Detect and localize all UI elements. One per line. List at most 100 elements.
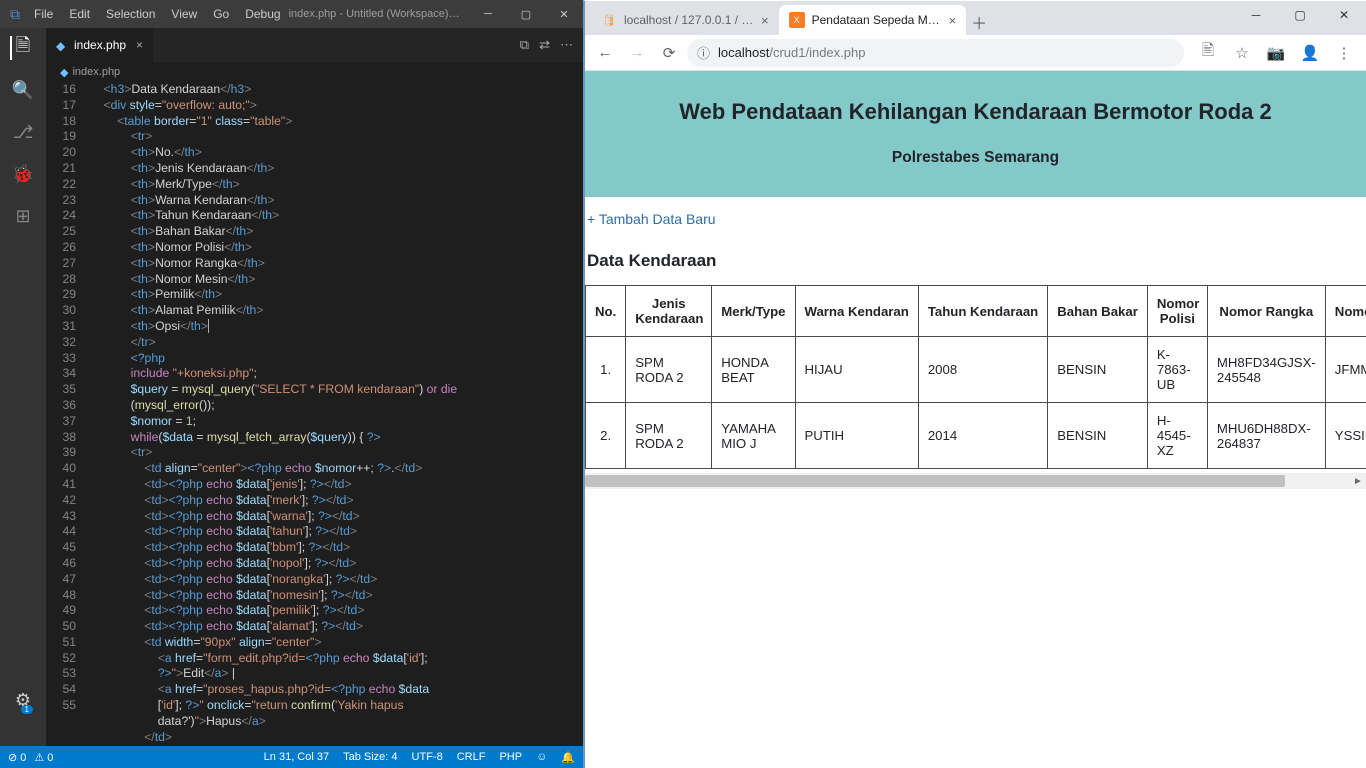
cell-tahun: 2014 [918,403,1047,469]
col-header: Warna Kendaran [795,286,918,337]
col-header: Tahun Kendaraan [918,286,1047,337]
tab-close-icon[interactable]: × [761,13,769,28]
url-text: localhost/crud1/index.php [718,45,865,60]
tab-title: localhost / 127.0.0.1 / crud1 | ph… [624,13,754,27]
code-lines[interactable]: <h3>Data Kendaraan</h3> <div style="over… [90,82,561,746]
cell-nopol: H-4545-XZ [1147,403,1207,469]
status-tabsize[interactable]: Tab Size: 4 [343,751,397,764]
profile-avatar-icon[interactable]: 👤 [1294,39,1326,67]
bookmark-star-icon[interactable]: ☆ [1226,39,1258,67]
code-editor[interactable]: 1617181920212223242526272829303132333435… [46,82,583,746]
debug-icon[interactable]: 🐞 [11,162,35,186]
nav-reload-icon[interactable]: ⟳ [655,39,683,67]
compare-icon[interactable]: ⇄ [539,37,550,53]
menu-bar: File Edit Selection View Go Debug [34,7,281,21]
extensions-icon[interactable]: ⊞ [11,204,35,228]
source-control-icon[interactable]: ⎇ [11,120,35,144]
window-close-icon[interactable]: ✕ [1322,1,1366,29]
tab-label: index.php [74,38,126,52]
page-viewport[interactable]: Web Pendataan Kehilangan Kendaraan Bermo… [585,71,1366,768]
status-errors[interactable]: ⊘ 0 [8,751,26,764]
status-encoding[interactable]: UTF-8 [412,751,443,764]
gear-badge: 1 [21,705,33,714]
window-maximize-icon[interactable]: ▢ [507,0,545,28]
scrollbar-thumb[interactable] [585,475,1285,487]
col-header: Nomor Mesin [1325,286,1366,337]
nav-back-icon[interactable]: ← [591,39,619,67]
menu-go[interactable]: Go [213,7,229,21]
status-warnings[interactable]: ⚠ 0 [34,751,53,764]
php-file-icon: ◆ [60,66,68,79]
col-header: Merk/Type [712,286,795,337]
cell-norangka: MH8FD34GJSX-245548 [1207,337,1325,403]
table-wrapper: No.Jenis KendaraanMerk/TypeWarna Kendara… [585,285,1366,473]
menu-file[interactable]: File [34,7,53,21]
page-title: Web Pendataan Kehilangan Kendaraan Bermo… [597,99,1354,125]
cell-norangka: MHU6DH88DX-264837 [1207,403,1325,469]
status-eol[interactable]: CRLF [457,751,486,764]
browser-toolbar: ← → ⟳ ⓘ localhost/crud1/index.php 🖹 ☆ 📷 … [585,35,1366,71]
browser-tab-pendataan[interactable]: X Pendataan Sepeda Motor × [779,5,967,35]
php-file-icon: ◆ [56,39,68,51]
nav-forward-icon[interactable]: → [623,39,651,67]
window-title: index.php - Untitled (Workspace) - Visua… [281,8,469,20]
status-bell-icon[interactable]: 🔔 [561,751,575,764]
window-maximize-icon[interactable]: ▢ [1278,1,1322,29]
col-header: Jenis Kendaraan [626,286,712,337]
site-info-icon[interactable]: ⓘ [697,43,710,62]
phpmyadmin-favicon-icon: 🛢 [601,12,617,28]
cell-warna: PUTIH [795,403,918,469]
status-bar: ⊘ 0 ⚠ 0 Ln 31, Col 37 Tab Size: 4 UTF-8 … [0,746,583,768]
page-subtitle: Polrestabes Semarang [597,149,1354,167]
menu-selection[interactable]: Selection [106,7,155,21]
status-lang[interactable]: PHP [499,751,522,764]
window-close-icon[interactable]: ✕ [545,0,583,28]
cell-nopol: K-7863-UB [1147,337,1207,403]
cell-warna: HIJAU [795,337,918,403]
horizontal-scrollbar[interactable]: ◄ ► [585,473,1366,489]
window-minimize-icon[interactable]: ─ [469,0,507,28]
breadcrumb[interactable]: ◆ index.php [46,62,583,82]
activity-bar: 🗎 🔍 ⎇ 🐞 ⊞ ⚙1 [0,28,46,746]
split-editor-icon[interactable]: ⧉ [520,37,529,53]
cell-jenis: SPM RODA 2 [626,403,712,469]
cell-merk: YAMAHA MIO J [712,403,795,469]
menu-debug[interactable]: Debug [245,7,280,21]
col-header: Nomor Polisi [1147,286,1207,337]
data-table: No.Jenis KendaraanMerk/TypeWarna Kendara… [585,285,1366,469]
search-icon[interactable]: 🔍 [11,78,35,102]
line-gutter: 1617181920212223242526272829303132333435… [46,82,90,746]
cell-bbm: BENSIN [1048,337,1148,403]
browser-tab-phpmyadmin[interactable]: 🛢 localhost / 127.0.0.1 / crud1 | ph… × [591,5,779,35]
tab-close-icon[interactable]: × [949,13,957,28]
omnibox[interactable]: ⓘ localhost/crud1/index.php [687,39,1184,67]
more-actions-icon[interactable]: ⋯ [560,37,573,53]
settings-gear-icon[interactable]: ⚙1 [11,688,35,712]
browser-tabstrip: 🛢 localhost / 127.0.0.1 / crud1 | ph… × … [585,1,1366,35]
translate-icon[interactable]: 🖹 [1192,39,1224,67]
explorer-icon[interactable]: 🗎 [10,36,34,60]
xampp-favicon-icon: X [789,12,805,28]
window-minimize-icon[interactable]: ─ [1234,1,1278,29]
menu-edit[interactable]: Edit [69,7,90,21]
minimap[interactable] [561,82,583,746]
hero-banner: Web Pendataan Kehilangan Kendaraan Bermo… [585,71,1366,197]
vscode-titlebar: ⧉ File Edit Selection View Go Debug inde… [0,0,583,28]
tab-title: Pendataan Sepeda Motor [812,13,942,27]
table-row: 1.SPM RODA 2HONDA BEATHIJAU2008BENSINK-7… [586,337,1366,403]
status-feedback-icon[interactable]: ☺ [536,751,547,764]
table-row: 2.SPM RODA 2YAMAHA MIO JPUTIH2014BENSINH… [586,403,1366,469]
extension-icon[interactable]: 📷 [1260,39,1292,67]
tab-close-icon[interactable]: × [136,38,143,52]
menu-view[interactable]: View [171,7,197,21]
tab-index-php[interactable]: ◆ index.php × [46,28,154,62]
col-header: No. [586,286,626,337]
menu-kebab-icon[interactable]: ⋮ [1328,39,1360,67]
cell-tahun: 2008 [918,337,1047,403]
status-cursor[interactable]: Ln 31, Col 37 [264,751,329,764]
scroll-right-icon[interactable]: ► [1350,473,1366,489]
section-title: Data Kendaraan [587,251,1366,271]
cell-merk: HONDA BEAT [712,337,795,403]
add-data-link[interactable]: + Tambah Data Baru [585,211,716,227]
new-tab-button[interactable]: ＋ [966,9,992,35]
